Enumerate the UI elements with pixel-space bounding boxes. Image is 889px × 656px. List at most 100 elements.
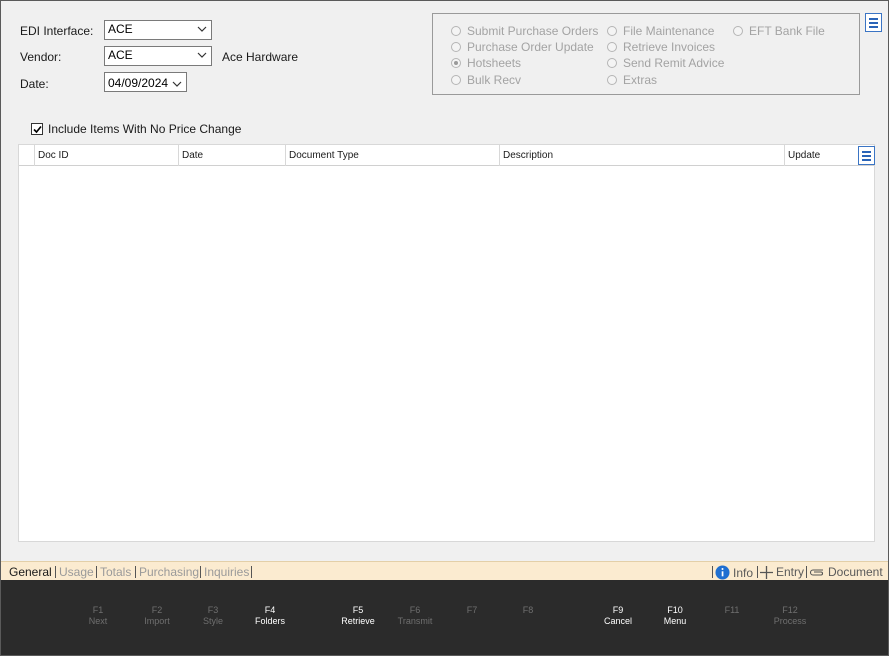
edi-interface-label: EDI Interface:: [20, 24, 94, 38]
radio-label: EFT Bank File: [749, 24, 825, 38]
radio-icon: [607, 58, 617, 68]
fkey-key: F9: [612, 605, 624, 615]
f12-process-button[interactable]: F12 Process: [760, 605, 820, 627]
edi-options-group: Submit Purchase Orders Purchase Order Up…: [432, 13, 860, 95]
include-no-price-change-label: Include Items With No Price Change: [48, 122, 242, 136]
column-header-description[interactable]: Description: [499, 145, 784, 166]
tool-separator: [757, 566, 758, 578]
radio-icon: [607, 26, 617, 36]
vendor-label: Vendor:: [20, 50, 62, 64]
date-picker[interactable]: 04/09/2024: [104, 72, 187, 92]
edi-interface-value: ACE: [108, 22, 133, 36]
tab-separator: [251, 566, 252, 578]
info-label: Info: [733, 565, 754, 580]
vendor-select[interactable]: ACE: [104, 46, 212, 66]
fkey-key: F12: [782, 605, 798, 615]
bottom-tab-bar: General Usage Totals Purchasing Inquirie…: [1, 561, 888, 580]
radio-bulk-recv[interactable]: Bulk Recv: [451, 73, 521, 87]
column-header-update[interactable]: Update: [784, 145, 856, 166]
f7-button[interactable]: F7: [442, 605, 502, 616]
radio-label: Purchase Order Update: [467, 40, 594, 54]
date-value: 04/09/2024: [108, 76, 169, 90]
column-header-doc-id[interactable]: Doc ID: [34, 145, 178, 166]
radio-icon: [607, 42, 617, 52]
document-button[interactable]: Document: [809, 565, 883, 579]
chevron-down-icon: [172, 81, 182, 87]
options-menu-button[interactable]: [865, 13, 882, 32]
edi-interface-select[interactable]: ACE: [104, 20, 212, 40]
fkey-key: F3: [207, 605, 219, 615]
fkey-label: Cancel: [603, 616, 632, 626]
vendor-name: Ace Hardware: [222, 50, 299, 64]
fkey-label: Folders: [254, 616, 285, 626]
radio-label: File Maintenance: [623, 24, 715, 38]
include-no-price-change-checkbox[interactable]: Include Items With No Price Change: [31, 122, 241, 136]
fkey-label: Retrieve: [341, 616, 375, 626]
radio-hotsheets[interactable]: Hotsheets: [451, 56, 521, 70]
tab-general[interactable]: General: [9, 565, 52, 579]
f2-import-button[interactable]: F2 Import: [127, 605, 187, 627]
f9-cancel-button[interactable]: F9 Cancel: [588, 605, 648, 627]
fkey-label: Process: [773, 616, 807, 626]
radio-retrieve-invoices[interactable]: Retrieve Invoices: [607, 40, 715, 54]
radio-label: Send Remit Advice: [623, 56, 725, 70]
radio-label: Retrieve Invoices: [623, 40, 716, 54]
info-button[interactable]: Info: [715, 565, 753, 580]
info-icon: [715, 565, 730, 580]
radio-icon: [733, 26, 743, 36]
documents-grid[interactable]: Doc ID Date Document Type Description Up…: [18, 144, 875, 542]
f5-retrieve-button[interactable]: F5 Retrieve: [328, 605, 388, 627]
entry-button[interactable]: Entry: [760, 565, 804, 579]
tab-inquiries[interactable]: Inquiries: [204, 565, 249, 579]
checkbox-checked-icon: [31, 123, 43, 135]
tab-purchasing[interactable]: Purchasing: [139, 565, 199, 579]
radio-icon: [451, 26, 461, 36]
radio-eft-bank-file[interactable]: EFT Bank File: [733, 24, 825, 38]
radio-selected-icon: [451, 58, 461, 68]
fkey-label: Import: [144, 616, 170, 626]
column-header-date[interactable]: Date: [178, 145, 285, 166]
tool-separator: [712, 566, 713, 578]
f11-button[interactable]: F11: [702, 605, 762, 616]
date-label: Date:: [20, 77, 49, 91]
f10-menu-button[interactable]: F10 Menu: [645, 605, 705, 627]
radio-label: Submit Purchase Orders: [467, 24, 599, 38]
vendor-value: ACE: [108, 48, 133, 62]
fkey-label: Style: [202, 616, 223, 626]
f3-style-button[interactable]: F3 Style: [183, 605, 243, 627]
plus-icon: [760, 565, 773, 579]
tool-separator: [806, 566, 807, 578]
tab-separator: [55, 566, 56, 578]
chevron-down-icon: [197, 26, 207, 32]
radio-icon: [451, 75, 461, 85]
radio-send-remit-advice[interactable]: Send Remit Advice: [607, 56, 724, 70]
grid-columns-menu-button[interactable]: [858, 146, 875, 165]
tab-separator: [200, 566, 201, 578]
grid-header: Doc ID Date Document Type Description Up…: [19, 145, 874, 166]
paperclip-icon: [809, 569, 823, 576]
f8-button[interactable]: F8: [498, 605, 558, 616]
f1-next-button[interactable]: F1 Next: [68, 605, 128, 627]
radio-label: Bulk Recv: [467, 73, 522, 87]
fkey-key: F11: [724, 605, 740, 615]
radio-label: Extras: [623, 73, 658, 87]
f4-folders-button[interactable]: F4 Folders: [240, 605, 300, 627]
radio-extras[interactable]: Extras: [607, 73, 657, 87]
fkey-label: Transmit: [397, 616, 433, 626]
fkey-key: F5: [352, 605, 364, 615]
chevron-down-icon: [197, 52, 207, 58]
function-key-bar: F1 Next F2 Import F3 Style F4 Folders F5 Retr…: [1, 580, 888, 655]
fkey-key: F2: [151, 605, 163, 615]
radio-file-maintenance[interactable]: File Maintenance: [607, 24, 714, 38]
radio-icon: [451, 42, 461, 52]
column-header-document-type[interactable]: Document Type: [285, 145, 499, 166]
tab-usage[interactable]: Usage: [59, 565, 94, 579]
tab-totals[interactable]: Totals: [100, 565, 131, 579]
fkey-key: F4: [264, 605, 276, 615]
edi-form: EDI Interface: ACE Vendor: ACE Ace Hardw…: [1, 1, 888, 561]
entry-label: Entry: [776, 565, 805, 579]
radio-po-update[interactable]: Purchase Order Update: [451, 40, 594, 54]
radio-icon: [607, 75, 617, 85]
radio-submit-po[interactable]: Submit Purchase Orders: [451, 24, 598, 38]
f6-transmit-button[interactable]: F6 Transmit: [385, 605, 445, 627]
